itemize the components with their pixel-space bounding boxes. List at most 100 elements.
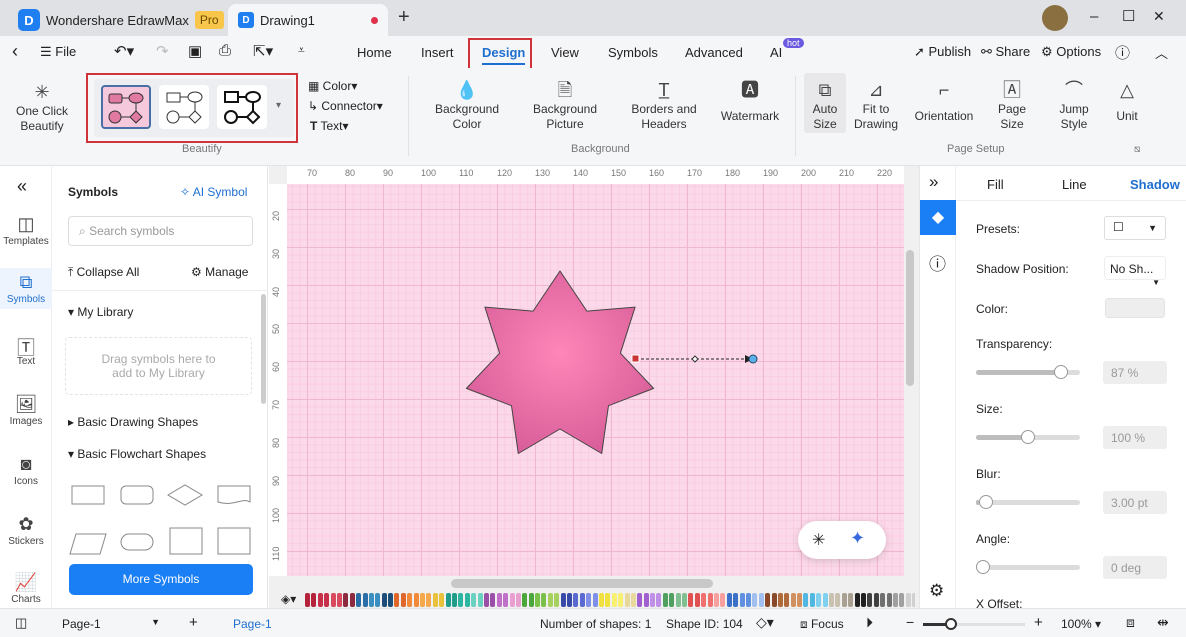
shadow-color-swatch[interactable] xyxy=(1105,298,1165,318)
rail-symbols[interactable]: ⧉ Symbols xyxy=(0,268,52,309)
palette-color-swatch[interactable] xyxy=(426,593,432,607)
palette-color-swatch[interactable] xyxy=(637,593,643,607)
zoom-in-button[interactable]: + xyxy=(1034,614,1043,631)
options-button[interactable]: ⚙ Options xyxy=(1041,44,1101,60)
share-button[interactable]: ⚯ Share xyxy=(981,44,1030,60)
palette-color-swatch[interactable] xyxy=(835,593,841,607)
palette-color-swatch[interactable] xyxy=(701,593,707,607)
palette-color-swatch[interactable] xyxy=(439,593,445,607)
tab-advanced[interactable]: Advanced xyxy=(685,45,743,60)
transparency-slider[interactable] xyxy=(976,365,1080,379)
vertical-scrollbar[interactable] xyxy=(906,250,914,386)
palette-color-swatch[interactable] xyxy=(605,593,611,607)
ai-sparkle-icon[interactable]: ✦ xyxy=(850,528,865,549)
palette-color-swatch[interactable] xyxy=(816,593,822,607)
palette-color-swatch[interactable] xyxy=(905,593,911,607)
auto-size-button[interactable]: ⧉ Auto Size xyxy=(804,73,846,133)
palette-color-swatch[interactable] xyxy=(784,593,790,607)
expand-panel-icon[interactable]: » xyxy=(929,172,938,192)
jump-style-button[interactable]: ⌒ Jump Style xyxy=(1052,78,1096,132)
palette-color-swatch[interactable] xyxy=(445,593,451,607)
rail-text[interactable]: 🅃 Text xyxy=(0,334,52,367)
transparency-input[interactable]: 87 % xyxy=(1103,361,1167,384)
rail-images[interactable]: 🖼 Images xyxy=(0,394,52,427)
palette-color-swatch[interactable] xyxy=(650,593,656,607)
publish-button[interactable]: ➚ Publish xyxy=(914,44,971,60)
palette-color-swatch[interactable] xyxy=(630,593,636,607)
palette-color-swatch[interactable] xyxy=(407,593,413,607)
beautify-style-2[interactable] xyxy=(159,85,209,129)
blur-input[interactable]: 3.00 pt xyxy=(1103,491,1167,514)
color-dropdown[interactable]: ▦ Color▾ xyxy=(308,79,357,93)
palette-color-swatch[interactable] xyxy=(420,593,426,607)
page-select[interactable]: Page-1 ▼ xyxy=(52,612,170,634)
layers-icon[interactable]: ◇▾ xyxy=(756,614,774,631)
palette-color-swatch[interactable] xyxy=(394,593,400,607)
focus-button[interactable]: ⧈ Focus xyxy=(800,617,844,632)
tab-design[interactable]: Design xyxy=(482,45,526,65)
paint-bucket-icon[interactable]: ◆ xyxy=(920,200,956,235)
palette-color-swatch[interactable] xyxy=(726,593,732,607)
maximize-button[interactable]: ☐ xyxy=(1122,7,1135,25)
palette-color-swatch[interactable] xyxy=(496,593,502,607)
palette-color-swatch[interactable] xyxy=(822,593,828,607)
palette-color-swatch[interactable] xyxy=(330,593,336,607)
palette-color-swatch[interactable] xyxy=(892,593,898,607)
tab-insert[interactable]: Insert xyxy=(421,45,454,60)
close-button[interactable]: ✕ xyxy=(1153,8,1165,25)
palette-color-swatch[interactable] xyxy=(803,593,809,607)
palette-color-swatch[interactable] xyxy=(829,593,835,607)
palette-color-swatch[interactable] xyxy=(413,593,419,607)
palette-color-swatch[interactable] xyxy=(643,593,649,607)
connector-dropdown[interactable]: ↳ Connector▾ xyxy=(308,99,383,113)
palette-color-swatch[interactable] xyxy=(848,593,854,607)
palette-color-swatch[interactable] xyxy=(432,593,438,607)
palette-color-swatch[interactable] xyxy=(535,593,541,607)
gallery-more-icon[interactable]: ▾ xyxy=(276,100,281,111)
palette-color-swatch[interactable] xyxy=(324,593,330,607)
app-tab[interactable]: D Wondershare EdrawMax Pro xyxy=(8,4,234,36)
save-icon[interactable]: ▣ xyxy=(188,42,202,60)
zoom-slider[interactable] xyxy=(923,618,1025,630)
palette-color-swatch[interactable] xyxy=(368,593,374,607)
help-circle-icon[interactable]: ⓘ xyxy=(929,250,946,275)
connector-mid-handle[interactable] xyxy=(691,355,699,363)
palette-color-swatch[interactable] xyxy=(662,593,668,607)
size-slider[interactable] xyxy=(976,430,1080,444)
palette-color-swatch[interactable] xyxy=(777,593,783,607)
palette-color-swatch[interactable] xyxy=(841,593,847,607)
palette-color-swatch[interactable] xyxy=(707,593,713,607)
back-button[interactable]: ‹ xyxy=(12,41,18,62)
palette-color-swatch[interactable] xyxy=(560,593,566,607)
shadow-position-dropdown[interactable]: No Sh... ▼ xyxy=(1104,256,1166,287)
palette-color-swatch[interactable] xyxy=(515,593,521,607)
palette-color-swatch[interactable] xyxy=(458,593,464,607)
undo-icon[interactable]: ↶▾ xyxy=(114,42,134,60)
palette-color-swatch[interactable] xyxy=(483,593,489,607)
size-input[interactable]: 100 % xyxy=(1103,426,1167,449)
palette-color-swatch[interactable] xyxy=(682,593,688,607)
palette-color-swatch[interactable] xyxy=(451,593,457,607)
palette-color-swatch[interactable] xyxy=(305,593,310,607)
palette-color-swatch[interactable] xyxy=(809,593,815,607)
palette-color-swatch[interactable] xyxy=(388,593,394,607)
flowchart-shapes-grid[interactable] xyxy=(66,476,256,556)
palette-color-swatch[interactable] xyxy=(765,593,771,607)
palette-color-swatch[interactable] xyxy=(490,593,496,607)
text-dropdown[interactable]: T Text▾ xyxy=(310,119,349,133)
palette-color-swatch[interactable] xyxy=(477,593,483,607)
palette-color-swatch[interactable] xyxy=(867,593,873,607)
orientation-button[interactable]: ⌐ Orientation xyxy=(910,78,978,124)
avatar[interactable] xyxy=(1042,5,1068,31)
palette-color-swatch[interactable] xyxy=(400,593,406,607)
one-click-beautify-button[interactable]: ✳ One Click Beautify xyxy=(10,80,74,134)
tab-line[interactable]: Line xyxy=(1062,177,1087,192)
palette-color-swatch[interactable] xyxy=(854,593,860,607)
play-icon[interactable]: ⏵ xyxy=(866,614,873,631)
horizontal-scrollbar[interactable] xyxy=(451,579,713,588)
ai-symbol-button[interactable]: ✧ AI Symbol xyxy=(180,185,247,199)
palette-color-swatch[interactable] xyxy=(797,593,803,607)
tab-symbols[interactable]: Symbols xyxy=(608,45,658,60)
palette-color-swatch[interactable] xyxy=(317,593,323,607)
page-panel-icon[interactable]: ◫ xyxy=(15,615,27,631)
